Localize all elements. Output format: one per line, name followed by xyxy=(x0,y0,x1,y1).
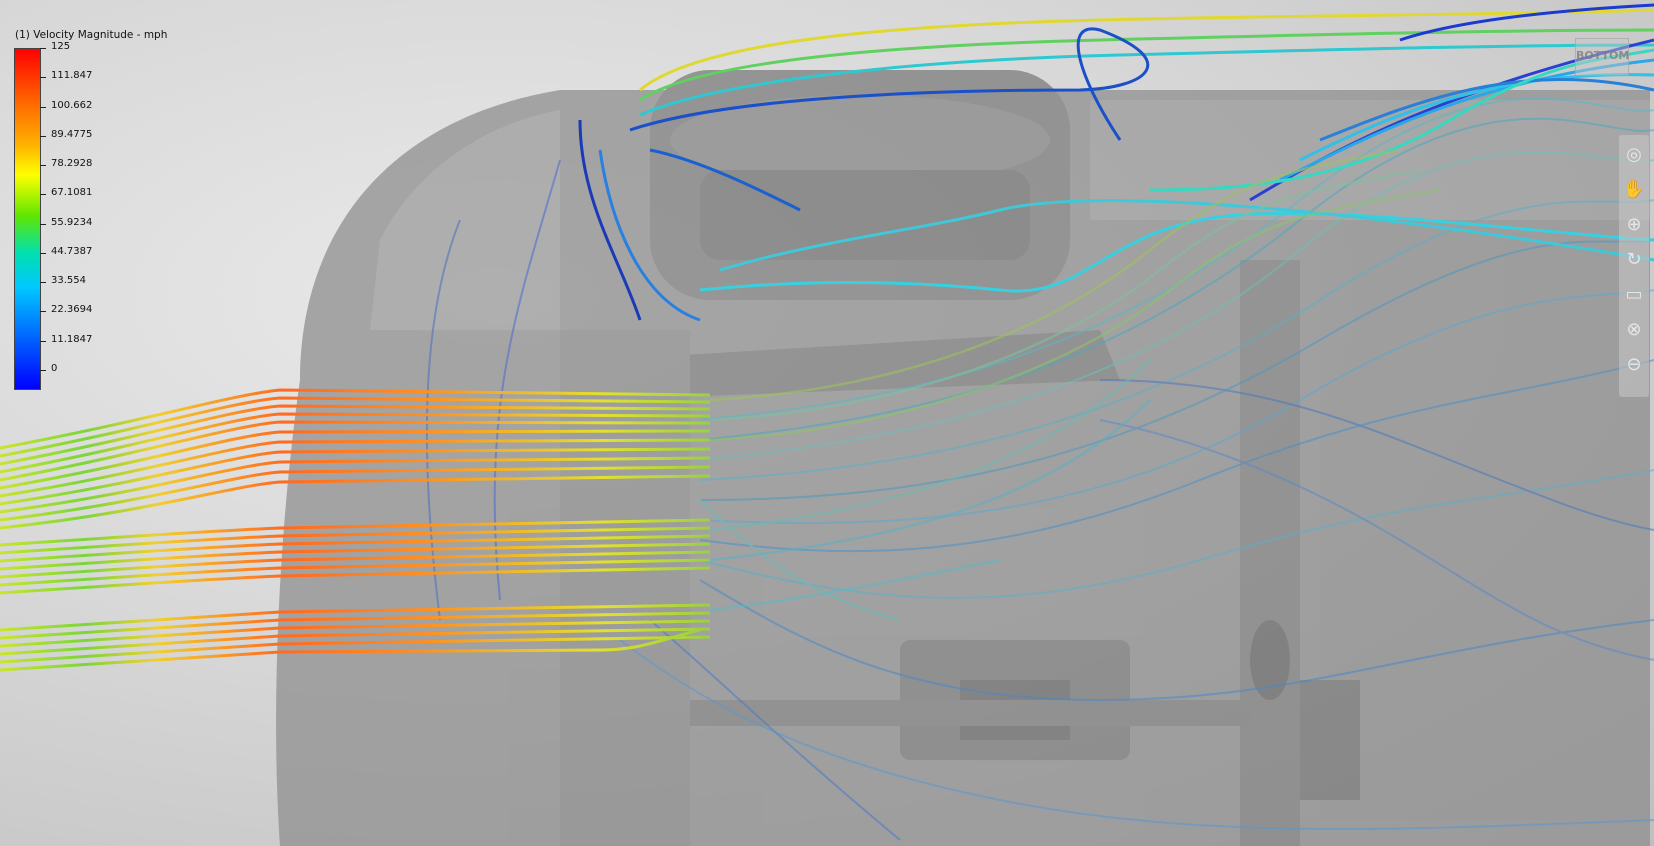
legend-label: 44.7387 xyxy=(51,245,93,257)
legend-tick xyxy=(40,252,46,254)
legend-label: 0 xyxy=(51,363,58,374)
legend-tick xyxy=(40,340,46,342)
zoom-icon[interactable]: ⊕ xyxy=(1623,213,1645,235)
look-icon[interactable]: ⊖ xyxy=(1623,353,1645,375)
3d-viewport[interactable]: (1) Velocity Magnitude - mph 125 111.847 1… xyxy=(0,0,1654,846)
legend-tick xyxy=(40,77,46,79)
legend-label: 67.1081 xyxy=(51,187,93,199)
legend-label: 111.847 xyxy=(51,70,93,82)
legend-tick xyxy=(40,165,46,167)
legend-tick xyxy=(40,106,46,108)
velocity-legend: (1) Velocity Magnitude - mph 125 111.847 1… xyxy=(0,0,200,400)
legend-tick xyxy=(40,311,46,313)
legend-tick xyxy=(40,282,46,284)
legend-label: 22.3694 xyxy=(51,304,93,316)
legend-title: (1) Velocity Magnitude - mph xyxy=(15,29,168,41)
viewcube-face-label: BOTTOM xyxy=(1576,49,1630,62)
legend-tick xyxy=(40,135,46,137)
legend-tick xyxy=(40,223,46,225)
lock-icon[interactable]: ▭ xyxy=(1623,283,1645,305)
legend-tick xyxy=(40,194,46,196)
legend-label: 125 xyxy=(51,41,71,52)
legend-label: 78.2928 xyxy=(51,158,93,170)
pan-hand-icon[interactable]: ✋ xyxy=(1623,178,1645,200)
legend-color-bar xyxy=(14,48,41,390)
orbit-icon[interactable]: ↻ xyxy=(1623,248,1645,270)
viewcube[interactable]: BOTTOM xyxy=(1575,38,1629,76)
legend-tick xyxy=(40,370,46,371)
steering-wheel-icon[interactable]: ◎ xyxy=(1623,143,1645,165)
cfd-scene xyxy=(0,3,1654,846)
legend-label: 100.662 xyxy=(51,99,93,111)
legend-label: 33.554 xyxy=(51,275,86,287)
legend-label: 89.4775 xyxy=(51,128,93,140)
close-icon[interactable]: ⊗ xyxy=(1623,318,1645,340)
legend-label: 55.9234 xyxy=(51,216,93,228)
navigation-toolbar: ◎ ✋ ⊕ ↻ ▭ ⊗ ⊖ xyxy=(1619,135,1649,397)
legend-tick xyxy=(40,48,46,49)
legend-label: 11.1847 xyxy=(51,333,93,345)
